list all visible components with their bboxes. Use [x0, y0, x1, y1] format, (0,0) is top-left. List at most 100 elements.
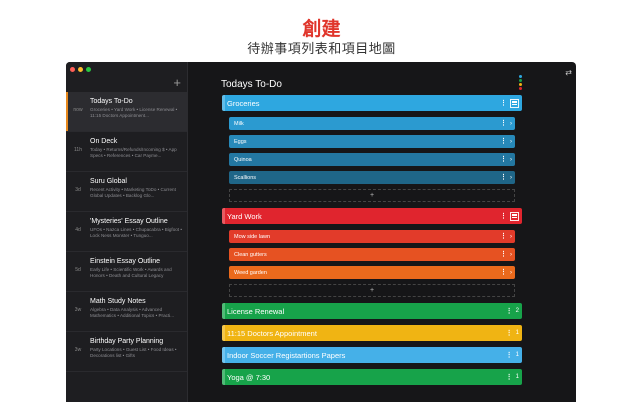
color-dot-icon — [519, 83, 522, 86]
close-window-button[interactable] — [70, 67, 75, 72]
minimize-window-button[interactable] — [78, 67, 83, 72]
task-quinoa[interactable]: Quinoa ⋮ › — [229, 153, 515, 166]
sidebar: + now Todays To-Do Groceries • Yard Work… — [66, 62, 188, 402]
color-dot-icon — [519, 87, 522, 90]
app-window: + now Todays To-Do Groceries • Yard Work… — [66, 62, 576, 402]
sidebar-item-mysteries-essay[interactable]: 4d 'Mysteries' Essay Outline UFOs • Nazc… — [66, 212, 187, 252]
more-icon[interactable]: ⋮ — [506, 308, 513, 315]
sidebar-item-preview: Early Life • Scientific Work • Awards an… — [90, 267, 172, 279]
list-view-icon[interactable] — [510, 98, 519, 108]
sidebar-item-on-deck[interactable]: 11h On Deck Today • Returns/Refunds/Inco… — [66, 132, 187, 172]
list-view-icon[interactable] — [510, 211, 519, 221]
window-controls — [70, 67, 91, 72]
category-label: Yard Work — [227, 211, 262, 221]
sidebar-item-todays-todo[interactable]: now Todays To-Do Groceries • Yard Work •… — [66, 92, 187, 132]
sidebar-item-time: 3d — [75, 187, 81, 193]
sidebar-item-einstein-essay[interactable]: 5d Einstein Essay Outline Early Life • S… — [66, 252, 187, 292]
task-scallions[interactable]: Scallions ⋮ › — [229, 171, 515, 184]
category-label: Groceries — [227, 98, 260, 108]
item-count: 1 — [515, 330, 519, 336]
color-dot-icon — [519, 75, 522, 78]
add-task-button[interactable]: + — [229, 189, 515, 202]
sidebar-item-title: On Deck — [90, 138, 118, 145]
sidebar-item-suru-global[interactable]: 3d Suru Global Recent Activity • Marketi… — [66, 172, 187, 212]
chevron-right-icon[interactable]: › — [510, 270, 512, 276]
task-label: Quinoa — [234, 156, 252, 163]
task-weed-garden[interactable]: Weed garden ⋮ › — [229, 266, 515, 279]
drag-handle[interactable] — [222, 208, 225, 224]
chevron-right-icon[interactable]: › — [510, 139, 512, 145]
drag-handle[interactable] — [222, 369, 225, 385]
chevron-right-icon[interactable]: › — [510, 252, 512, 258]
item-count: 1 — [515, 352, 519, 358]
more-icon[interactable]: ⋮ — [500, 120, 507, 127]
collapse-sidebar-icon[interactable]: ⇄ — [565, 68, 572, 77]
chevron-right-icon[interactable]: › — [510, 234, 512, 240]
more-icon[interactable]: ⋮ — [500, 138, 507, 145]
more-icon[interactable]: ⋮ — [500, 213, 507, 220]
task-label: 11:15 Doctors Appointment — [227, 328, 317, 338]
task-indoor-soccer[interactable]: Indoor Soccer Registartions Papers ⋮ 1 — [222, 347, 522, 363]
item-count: 2 — [515, 308, 519, 314]
task-yoga[interactable]: Yoga @ 7:30 ⋮ 1 — [222, 369, 522, 385]
sidebar-item-time: 5d — [75, 267, 81, 273]
task-label: Eggs — [234, 138, 247, 145]
item-count: 1 — [515, 374, 519, 380]
page-title: Todays To-Do — [221, 79, 282, 90]
task-license-renewal[interactable]: License Renewal ⋮ 2 — [222, 303, 522, 319]
sidebar-item-preview: Party Locations • Guest List • Food Idea… — [90, 347, 177, 359]
sidebar-item-title: Suru Global — [90, 178, 127, 185]
add-task-button[interactable]: + — [229, 284, 515, 297]
chevron-right-icon[interactable]: › — [510, 157, 512, 163]
sidebar-item-preview: Today • Returns/Refunds/Incoming $ • App… — [90, 147, 177, 159]
task-milk[interactable]: Milk ⋮ › — [229, 117, 515, 130]
sidebar-item-math-study-notes[interactable]: 3w Math Study Notes Algebra • Data Analy… — [66, 292, 187, 332]
more-icon[interactable]: ⋮ — [500, 269, 507, 276]
chevron-right-icon[interactable]: › — [510, 175, 512, 181]
task-label: License Renewal — [227, 306, 285, 316]
hero-title: 創建 — [302, 18, 341, 40]
task-label: Mow side lawn — [234, 233, 271, 240]
category-groceries[interactable]: Groceries ⋮ — [222, 95, 522, 111]
drag-handle[interactable] — [222, 347, 225, 363]
drag-handle[interactable] — [222, 95, 225, 111]
sidebar-item-title: Todays To-Do — [90, 98, 133, 105]
more-icon[interactable]: ⋮ — [500, 233, 507, 240]
sidebar-item-preview: UFOs • Nazca Lines • Chupacabra • Bigfoo… — [90, 227, 182, 239]
drag-handle[interactable] — [222, 303, 225, 319]
more-icon[interactable]: ⋮ — [506, 352, 513, 359]
task-doctors-appointment[interactable]: 11:15 Doctors Appointment ⋮ 1 — [222, 325, 522, 341]
chevron-right-icon[interactable]: › — [510, 121, 512, 127]
zoom-window-button[interactable] — [86, 67, 91, 72]
hero-subtitle: 待辦事項列表和項目地圖 — [247, 42, 396, 57]
task-clean-gutters[interactable]: Clean gutters ⋮ › — [229, 248, 515, 261]
add-list-button[interactable]: + — [173, 76, 181, 89]
task-label: Weed garden — [234, 269, 267, 276]
sidebar-item-birthday-party[interactable]: 3w Birthday Party Planning Party Locatio… — [66, 332, 187, 372]
task-label: Yoga @ 7:30 — [227, 372, 271, 382]
sidebar-item-preview: Recent Activity • Marketing ToDo • Curre… — [90, 187, 176, 199]
category-yard-work[interactable]: Yard Work ⋮ — [222, 208, 522, 224]
sidebar-item-preview: Algebra • Data Analysis • Advanced Mathe… — [90, 307, 175, 319]
drag-handle[interactable] — [222, 325, 225, 341]
sidebar-item-time: 3w — [74, 307, 82, 313]
task-eggs[interactable]: Eggs ⋮ › — [229, 135, 515, 148]
sidebar-item-title: Birthday Party Planning — [90, 338, 164, 345]
more-icon[interactable]: ⋮ — [506, 330, 513, 337]
sidebar-item-preview: Groceries • Yard Work • License Renewal … — [90, 107, 178, 119]
color-dots-menu[interactable] — [519, 75, 523, 91]
sidebar-item-time: 11h — [74, 147, 82, 153]
sidebar-item-title: Math Study Notes — [90, 298, 146, 305]
task-label: Milk — [234, 120, 244, 127]
more-icon[interactable]: ⋮ — [506, 374, 513, 381]
task-list: Groceries ⋮ Milk ⋮ › Eggs ⋮ › Quinoa ⋮ › Sc… — [222, 95, 522, 391]
sidebar-item-title: Einstein Essay Outline — [90, 258, 161, 265]
more-icon[interactable]: ⋮ — [500, 251, 507, 258]
main-pane: Todays To-Do ⇄ Groceries ⋮ Milk ⋮ › Eggs … — [188, 62, 576, 402]
sidebar-item-time: now — [73, 107, 83, 113]
more-icon[interactable]: ⋮ — [500, 174, 507, 181]
sidebar-item-time: 3w — [74, 347, 82, 353]
task-mow-side-lawn[interactable]: Mow side lawn ⋮ › — [229, 230, 515, 243]
more-icon[interactable]: ⋮ — [500, 156, 507, 163]
more-icon[interactable]: ⋮ — [500, 100, 507, 107]
